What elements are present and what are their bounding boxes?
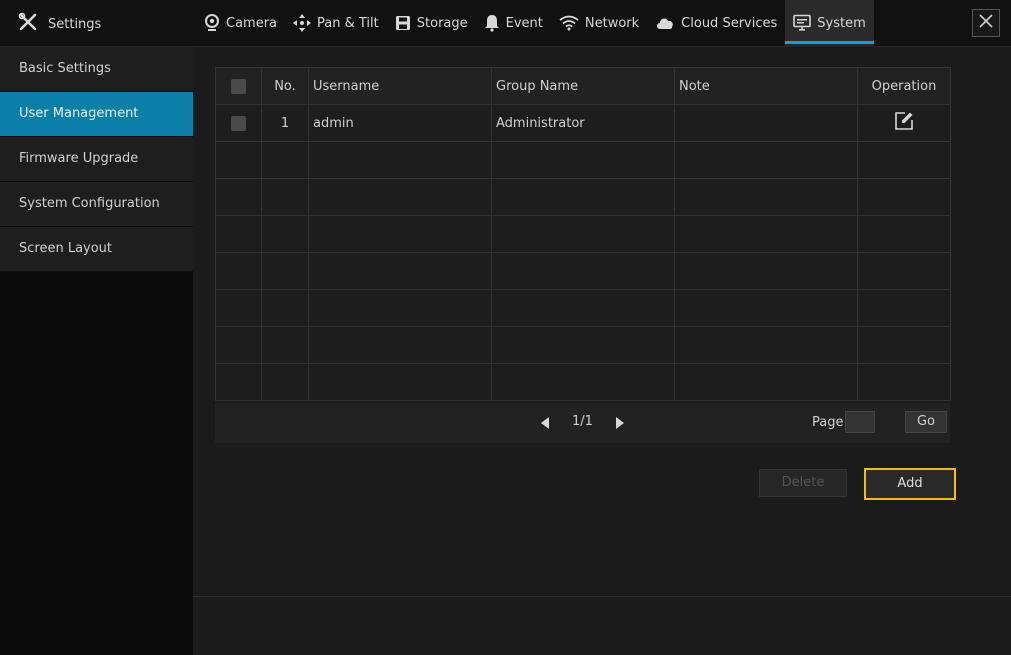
delete-button[interactable]: Delete	[759, 469, 847, 497]
settings-brand: Settings	[18, 12, 101, 36]
table-row-empty	[215, 141, 951, 179]
tab-cloud-services[interactable]: Cloud Services	[647, 0, 785, 46]
cell-group-name: Administrator	[491, 104, 675, 142]
tab-label: Cloud Services	[681, 15, 778, 31]
table-row-empty	[215, 215, 951, 253]
cell-username: admin	[308, 104, 492, 142]
column-header-username: Username	[308, 67, 492, 105]
table-row-empty	[215, 289, 951, 327]
main-panel: No. Username Group Name Note Operation 1…	[193, 47, 1011, 596]
select-all-checkbox[interactable]	[231, 78, 246, 94]
tab-label: Network	[584, 15, 640, 31]
tab-label: Storage	[416, 15, 468, 31]
tab-label: Event	[505, 15, 543, 31]
row-checkbox[interactable]	[231, 115, 246, 131]
next-page-icon[interactable]	[615, 417, 625, 433]
cloud-icon	[655, 16, 675, 30]
table-row-empty	[215, 326, 951, 364]
tab-label: System	[817, 15, 866, 31]
tab-pan-tilt[interactable]: Pan & Tilt	[285, 0, 387, 46]
cell-no: 1	[261, 104, 309, 142]
app-title: Settings	[48, 16, 102, 32]
cell-operation	[857, 104, 951, 142]
tab-label: Pan & Tilt	[317, 15, 379, 31]
close-icon	[978, 13, 994, 33]
main-tabs: Camera Pan & Tilt Storage Event Network …	[196, 0, 875, 46]
sidebar-item-system-configuration[interactable]: System Configuration	[0, 182, 193, 227]
sidebar: Basic Settings User Management Firmware …	[0, 47, 193, 655]
page-indicator: 1/1	[572, 414, 593, 429]
tab-network[interactable]: Network	[551, 0, 647, 46]
footer-bar	[193, 596, 1011, 655]
sidebar-item-firmware-upgrade[interactable]: Firmware Upgrade	[0, 137, 193, 182]
top-bar: Settings Camera Pan & Tilt Storage Event…	[0, 0, 1011, 47]
tab-event[interactable]: Event	[476, 0, 551, 46]
monitor-icon	[793, 14, 812, 32]
cell-note	[674, 104, 858, 142]
bell-icon	[484, 14, 500, 32]
camera-icon	[204, 14, 220, 32]
edit-icon[interactable]	[894, 111, 914, 135]
row-select-cell	[215, 104, 262, 142]
column-header-no: No.	[261, 67, 309, 105]
page-number-input[interactable]	[845, 411, 875, 433]
column-header-note: Note	[674, 67, 858, 105]
tab-camera[interactable]: Camera	[196, 0, 285, 46]
tab-storage[interactable]: Storage	[387, 0, 476, 46]
close-button[interactable]	[972, 9, 1000, 37]
table-row-empty	[215, 363, 951, 401]
column-header-operation: Operation	[857, 67, 951, 105]
tab-system[interactable]: System	[785, 0, 875, 46]
tools-icon	[18, 12, 38, 36]
storage-icon	[395, 15, 411, 31]
table-row-empty	[215, 178, 951, 216]
sidebar-item-basic-settings[interactable]: Basic Settings	[0, 47, 193, 92]
sidebar-item-screen-layout[interactable]: Screen Layout	[0, 227, 193, 272]
table-row-empty	[215, 252, 951, 290]
prev-page-icon[interactable]	[540, 417, 550, 433]
sidebar-item-user-management[interactable]: User Management	[0, 92, 193, 137]
tab-label: Camera	[226, 15, 278, 31]
wifi-icon	[559, 15, 579, 31]
pagination-bar: 1/1 Page Go	[215, 403, 950, 443]
select-all-cell	[215, 67, 262, 105]
pan-tilt-icon	[293, 14, 312, 32]
column-header-group-name: Group Name	[491, 67, 675, 105]
page-label: Page	[812, 415, 844, 430]
table-row[interactable]: 1 admin Administrator	[215, 104, 951, 142]
user-table: No. Username Group Name Note Operation 1…	[215, 67, 951, 401]
go-button[interactable]: Go	[905, 411, 947, 433]
add-button[interactable]: Add	[864, 468, 956, 500]
table-header-row: No. Username Group Name Note Operation	[215, 67, 951, 105]
